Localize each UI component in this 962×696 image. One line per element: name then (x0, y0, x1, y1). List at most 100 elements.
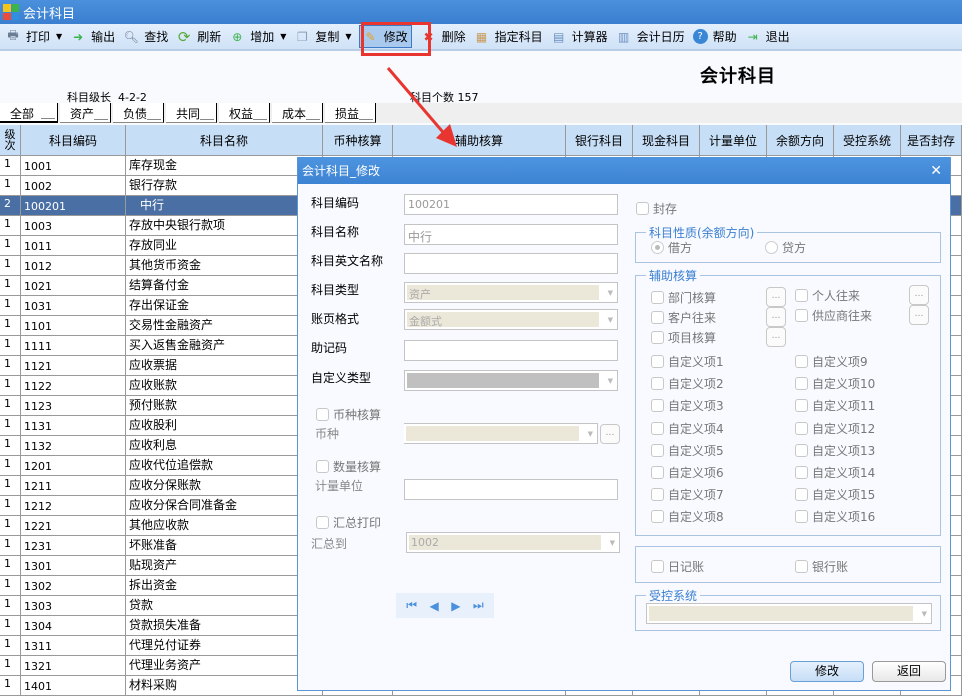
level-cell: 1 (0, 576, 21, 595)
custom-item-checkbox[interactable]: 自定义项7 (651, 486, 724, 503)
currency-browse-button[interactable]: … (600, 424, 620, 444)
auxiliary-group: 辅助核算 部门核算… 客户往来… 项目核算… 个人往来… 供应商往来… 自定义项1 自定义项… (635, 267, 941, 536)
custom-item-checkbox[interactable]: 自定义项4 (651, 420, 724, 437)
english-name-label: 科目英文名称 (311, 254, 384, 268)
custom-item-checkbox[interactable]: 自定义项16 (795, 508, 875, 525)
column-header[interactable]: 科目名称 (126, 125, 323, 155)
unit-field[interactable] (404, 479, 618, 500)
aux-checkbox[interactable]: 供应商往来 (795, 307, 872, 324)
level-cell: 1 (0, 376, 21, 395)
last-record-icon[interactable]: ⏭ (473, 598, 484, 613)
modify-submit-button[interactable]: 修改 (790, 661, 864, 682)
custom-item-checkbox[interactable]: 自定义项14 (795, 464, 875, 481)
custom-item-checkbox[interactable]: 自定义项11 (795, 397, 875, 414)
code-field[interactable]: 100201 (404, 194, 618, 215)
aux-browse-button[interactable]: … (909, 305, 929, 325)
aux-checkbox[interactable]: 部门核算 (651, 289, 716, 306)
aux-browse-button[interactable]: … (766, 327, 786, 347)
custom-item-checkbox[interactable]: 自定义项12 (795, 420, 875, 437)
code-cell: 1122 (21, 376, 126, 395)
chevron-down-icon: ▼ (607, 316, 613, 324)
english-name-field[interactable] (404, 253, 618, 274)
next-record-icon[interactable]: ▶ (451, 599, 460, 613)
column-header[interactable]: 科目编码 (21, 125, 126, 155)
custom-type-label: 自定义类型 (311, 371, 372, 385)
add-button[interactable]: ⊕ 增加 ▼ (226, 25, 289, 48)
column-header[interactable]: 是否封存 (901, 125, 962, 155)
name-cell: 其他货币资金 (126, 256, 323, 275)
currency-checkbox[interactable]: 币种核算 (316, 406, 381, 423)
column-header[interactable]: 级次 (0, 125, 21, 155)
annotation-highlight-box (361, 22, 431, 56)
tab-liabilities[interactable]: 负债 (113, 103, 164, 123)
chevron-down-icon[interactable]: ▼ (280, 32, 286, 41)
tab-equity[interactable]: 权益 (219, 103, 270, 123)
chevron-down-icon[interactable]: ▼ (345, 32, 351, 41)
aux-checkbox[interactable]: 个人往来 (795, 287, 860, 304)
calendar-button[interactable]: ▥ 会计日历 (613, 25, 688, 48)
aux-browse-button[interactable]: … (909, 285, 929, 305)
first-record-icon[interactable]: ⏮ (406, 598, 417, 613)
tab-assets[interactable]: 资产 (60, 103, 111, 123)
column-header[interactable]: 余额方向 (767, 125, 834, 155)
chevron-down-icon[interactable]: ▼ (56, 32, 62, 41)
mnemonic-field[interactable] (404, 340, 618, 361)
column-header[interactable]: 计量单位 (700, 125, 767, 155)
code-cell: 1304 (21, 616, 126, 635)
search-button[interactable]: 🔍︎ 查找 (120, 25, 171, 48)
code-cell: 1031 (21, 296, 126, 315)
custom-item-checkbox[interactable]: 自定义项9 (795, 353, 868, 370)
refresh-button[interactable]: ⟳ 刷新 (173, 25, 224, 48)
name-field[interactable]: 中行 (404, 224, 618, 245)
column-header[interactable]: 现金科目 (633, 125, 700, 155)
currency-select[interactable]: ▼ (404, 423, 598, 444)
aux-browse-button[interactable]: … (766, 287, 786, 307)
custom-item-checkbox[interactable]: 自定义项5 (651, 442, 724, 459)
close-icon[interactable]: ✕ (930, 163, 942, 179)
sealed-checkbox[interactable]: 封存 (636, 200, 677, 217)
aux-checkbox[interactable]: 客户往来 (651, 309, 716, 326)
aux-browse-button[interactable]: … (766, 307, 786, 327)
custom-item-checkbox[interactable]: 自定义项15 (795, 486, 875, 503)
quantity-checkbox[interactable]: 数量核算 (316, 458, 381, 475)
name-cell: 贴现资产 (126, 556, 323, 575)
tab-cost[interactable]: 成本 (272, 103, 323, 123)
tab-profit-loss[interactable]: 损益 (325, 103, 376, 123)
tab-all[interactable]: 全部 (0, 103, 58, 123)
daily-journal-checkbox[interactable]: 日记账 (651, 558, 704, 575)
custom-item-checkbox[interactable]: 自定义项3 (651, 397, 724, 414)
column-header[interactable]: 银行科目 (566, 125, 633, 155)
controlled-system-select[interactable]: ▼ (646, 603, 932, 624)
custom-item-checkbox[interactable]: 自定义项2 (651, 375, 724, 392)
custom-item-checkbox[interactable]: 自定义项10 (795, 375, 875, 392)
summary-print-checkbox[interactable]: 汇总打印 (316, 514, 381, 531)
summary-to-select[interactable]: 1002 ▼ (406, 532, 620, 553)
bank-journal-checkbox[interactable]: 银行账 (795, 558, 848, 575)
code-cell: 1311 (21, 636, 126, 655)
prev-record-icon[interactable]: ◀ (430, 599, 439, 613)
debit-radio[interactable]: 借方 (651, 239, 692, 256)
custom-type-select[interactable]: ▼ (404, 370, 618, 391)
export-button[interactable]: ➜ 输出 (67, 25, 118, 48)
name-cell: 材料采购 (126, 676, 323, 695)
custom-item-checkbox[interactable]: 自定义项6 (651, 464, 724, 481)
copy-button[interactable]: ❐ 复制 ▼ (291, 25, 354, 48)
credit-radio[interactable]: 贷方 (765, 239, 806, 256)
assign-account-button[interactable]: ▦ 指定科目 (471, 25, 546, 48)
column-header[interactable]: 辅助核算 (393, 125, 566, 155)
custom-item-checkbox[interactable]: 自定义项8 (651, 508, 724, 525)
custom-item-checkbox[interactable]: 自定义项1 (651, 353, 724, 370)
back-button[interactable]: 返回 (872, 661, 946, 682)
help-button[interactable]: ? 帮助 (690, 25, 740, 48)
print-button[interactable]: 🖶 打印 ▼ (2, 25, 65, 48)
calculator-button[interactable]: ▤ 计算器 (548, 25, 611, 48)
exit-button[interactable]: ⇥ 退出 (742, 25, 793, 48)
column-header[interactable]: 币种核算 (323, 125, 393, 155)
column-header[interactable]: 受控系统 (834, 125, 901, 155)
format-select[interactable]: 金额式 ▼ (404, 309, 618, 330)
tab-common[interactable]: 共同 (166, 103, 217, 123)
aux-checkbox[interactable]: 项目核算 (651, 329, 716, 346)
help-icon: ? (692, 29, 708, 44)
custom-item-checkbox[interactable]: 自定义项13 (795, 442, 875, 459)
type-select[interactable]: 资产 ▼ (404, 282, 618, 303)
